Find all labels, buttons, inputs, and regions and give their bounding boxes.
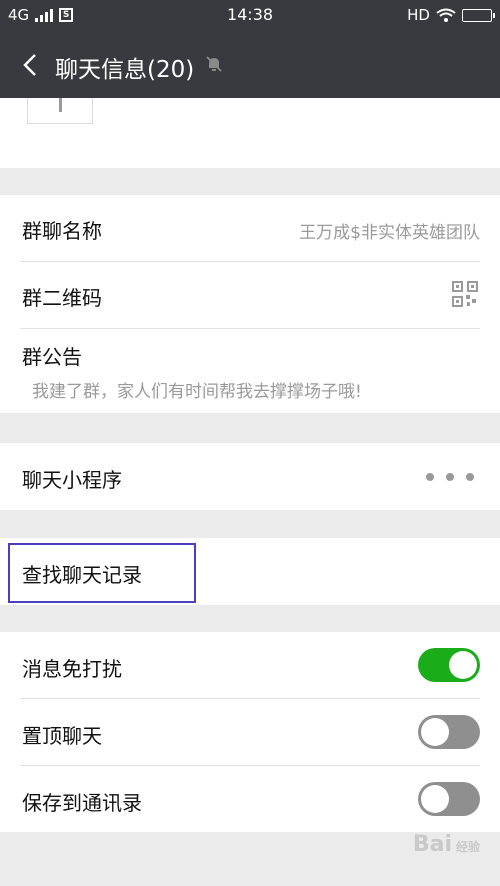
chat-settings-section: 消息免打扰 置顶聊天 保存到通讯录	[0, 632, 500, 832]
group-name-label: 群聊名称	[22, 219, 102, 243]
save-contacts-toggle[interactable]	[418, 782, 480, 816]
sticky-row: 置顶聊天	[0, 699, 500, 765]
save-contacts-row: 保存到通讯录	[0, 766, 500, 832]
mute-row: 消息免打扰	[0, 632, 500, 698]
mute-bell-icon	[206, 56, 222, 72]
mute-label: 消息免打扰	[22, 657, 122, 681]
mute-toggle[interactable]	[418, 648, 480, 682]
group-qr-row[interactable]: 群二维码	[0, 262, 500, 328]
mini-program-row[interactable]: 聊天小程序	[0, 443, 500, 510]
battery-icon	[462, 8, 495, 22]
status-bar: 4G S 14:38 HD	[0, 0, 500, 30]
member-avatars-section	[0, 98, 500, 168]
save-contacts-label: 保存到通讯录	[22, 791, 142, 815]
sticky-toggle[interactable]	[418, 715, 480, 749]
mini-program-section: 聊天小程序	[0, 443, 500, 510]
back-arrow-icon[interactable]	[18, 52, 44, 78]
wifi-icon	[436, 8, 456, 22]
qr-code-icon	[452, 281, 478, 307]
add-member-button[interactable]	[27, 98, 93, 124]
more-dots-icon	[426, 473, 474, 481]
group-notice-text: 我建了群，家人们有时间帮我去撑撑场子哦!	[32, 382, 362, 402]
group-name-value: 王万成$非实体英雄团队	[299, 223, 480, 243]
nav-bar: 聊天信息(20)	[0, 30, 500, 98]
group-info-section: 群聊名称 王万成$非实体英雄团队 群二维码 群公告 我建了群，家人们有时间帮我去…	[0, 195, 500, 413]
watermark: Bai 经验	[412, 832, 480, 857]
group-notice-row[interactable]: 群公告 我建了群，家人们有时间帮我去撑撑场子哦!	[0, 329, 500, 413]
group-qr-label: 群二维码	[22, 286, 102, 310]
hd-indicator: HD	[407, 6, 430, 24]
group-notice-label: 群公告	[22, 345, 82, 369]
group-name-row[interactable]: 群聊名称 王万成$非实体英雄团队	[0, 195, 500, 261]
page-title: 聊天信息(20)	[55, 57, 195, 83]
mini-program-label: 聊天小程序	[22, 468, 122, 492]
sticky-label: 置顶聊天	[22, 724, 102, 748]
highlight-box	[8, 543, 196, 603]
